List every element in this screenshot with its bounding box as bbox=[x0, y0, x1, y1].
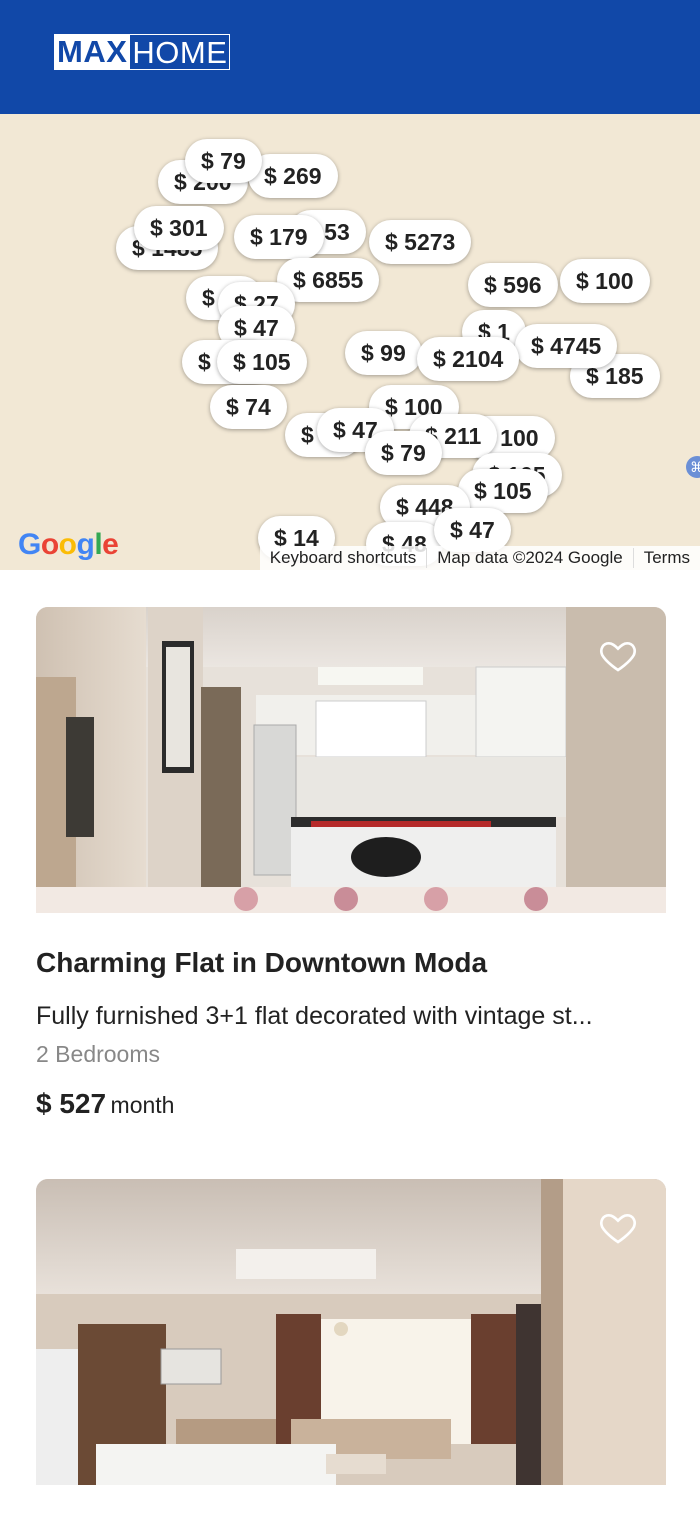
google-logo-letter: e bbox=[102, 528, 119, 561]
heart-outline-icon[interactable] bbox=[598, 1207, 638, 1247]
app-header: MAX HOME bbox=[0, 0, 700, 114]
google-logo-letter: o bbox=[58, 528, 77, 561]
listing-photo[interactable] bbox=[36, 607, 666, 913]
listings-map[interactable]: $ 200 $ 269 $ 79 $ 1485 $ 53 $ 301 $ 179… bbox=[0, 114, 700, 570]
listing-description: Fully furnished 3+1 flat decorated with … bbox=[36, 1002, 593, 1030]
keyboard-shortcuts-link[interactable]: Keyboard shortcuts bbox=[260, 548, 426, 568]
kitchen-photo-illustration bbox=[36, 607, 666, 913]
maxhome-logo[interactable]: MAX HOME bbox=[54, 34, 231, 70]
price-pin[interactable]: $ 99 bbox=[345, 331, 422, 375]
price-pin[interactable]: $ 74 bbox=[210, 385, 287, 429]
google-logo-letter: G bbox=[18, 528, 41, 561]
google-logo-letter: l bbox=[94, 528, 103, 561]
logo-max-text: MAX bbox=[54, 34, 131, 70]
listing-bedrooms: 2 Bedrooms bbox=[36, 1041, 161, 1067]
price-pin[interactable]: $ 2104 bbox=[417, 337, 520, 381]
listing-price-line: $ 527 month bbox=[36, 1088, 666, 1120]
living-room-photo-illustration bbox=[36, 1179, 666, 1485]
price-pin[interactable]: $ 5273 bbox=[369, 220, 472, 264]
terms-link[interactable]: Terms bbox=[632, 548, 700, 568]
listing-photo[interactable] bbox=[36, 1179, 666, 1485]
price-pin[interactable]: $ 596 bbox=[468, 263, 558, 307]
listing-price-period: month bbox=[110, 1092, 175, 1118]
price-pin[interactable]: $ 301 bbox=[134, 206, 224, 250]
listing-card[interactable]: Charming Flat in Downtown Moda Fully fur… bbox=[36, 607, 666, 1120]
google-logo-letter: g bbox=[76, 528, 95, 561]
price-pin[interactable]: $ 4745 bbox=[515, 324, 618, 368]
listing-price: $ 527 bbox=[36, 1088, 107, 1119]
google-logo[interactable]: Google bbox=[18, 528, 119, 562]
price-pin[interactable]: $ 179 bbox=[234, 215, 324, 259]
heart-outline-icon[interactable] bbox=[598, 635, 638, 675]
price-pin[interactable]: $ 105 bbox=[458, 469, 548, 513]
google-logo-letter: o bbox=[40, 528, 59, 561]
logo-home-text: HOME bbox=[130, 34, 231, 70]
price-pin[interactable]: $ 100 bbox=[560, 259, 650, 303]
price-pin[interactable]: $ 105 bbox=[217, 340, 307, 384]
listing-title[interactable]: Charming Flat in Downtown Moda bbox=[36, 947, 666, 979]
price-pin[interactable]: $ 79 bbox=[185, 139, 262, 183]
price-pin[interactable]: $ 79 bbox=[365, 431, 442, 475]
listing-card[interactable] bbox=[36, 1179, 666, 1485]
map-attribution: Keyboard shortcuts Map data ©2024 Google… bbox=[259, 546, 700, 570]
map-data-text: Map data ©2024 Google bbox=[426, 548, 633, 568]
